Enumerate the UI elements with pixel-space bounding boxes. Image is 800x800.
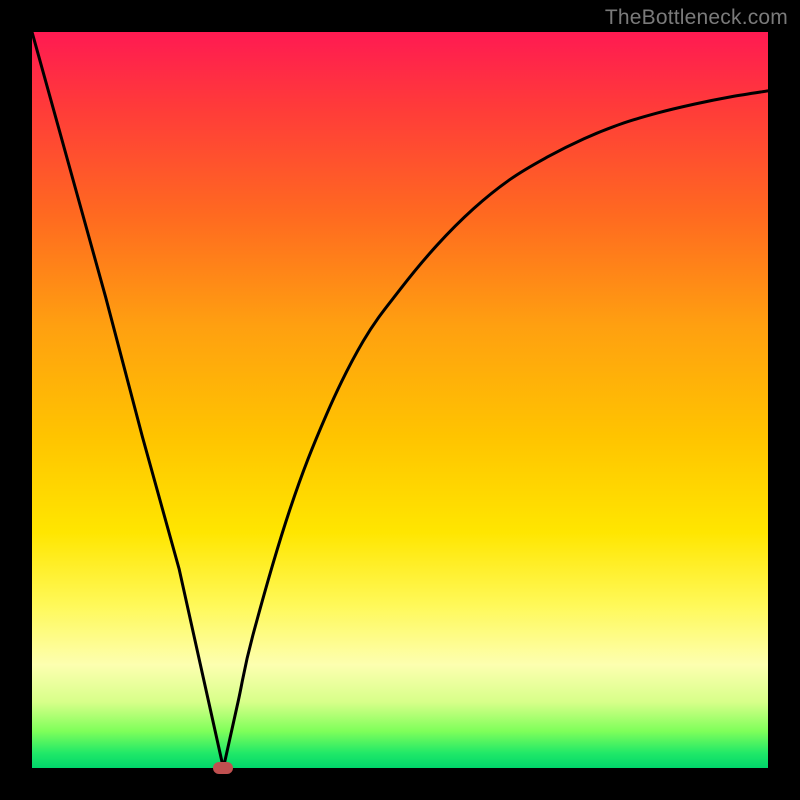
bottleneck-curve bbox=[32, 32, 768, 768]
optimal-marker bbox=[213, 762, 233, 774]
plot-area bbox=[32, 32, 768, 768]
chart-frame: TheBottleneck.com bbox=[0, 0, 800, 800]
curve-svg bbox=[32, 32, 768, 768]
watermark-text: TheBottleneck.com bbox=[605, 6, 788, 30]
